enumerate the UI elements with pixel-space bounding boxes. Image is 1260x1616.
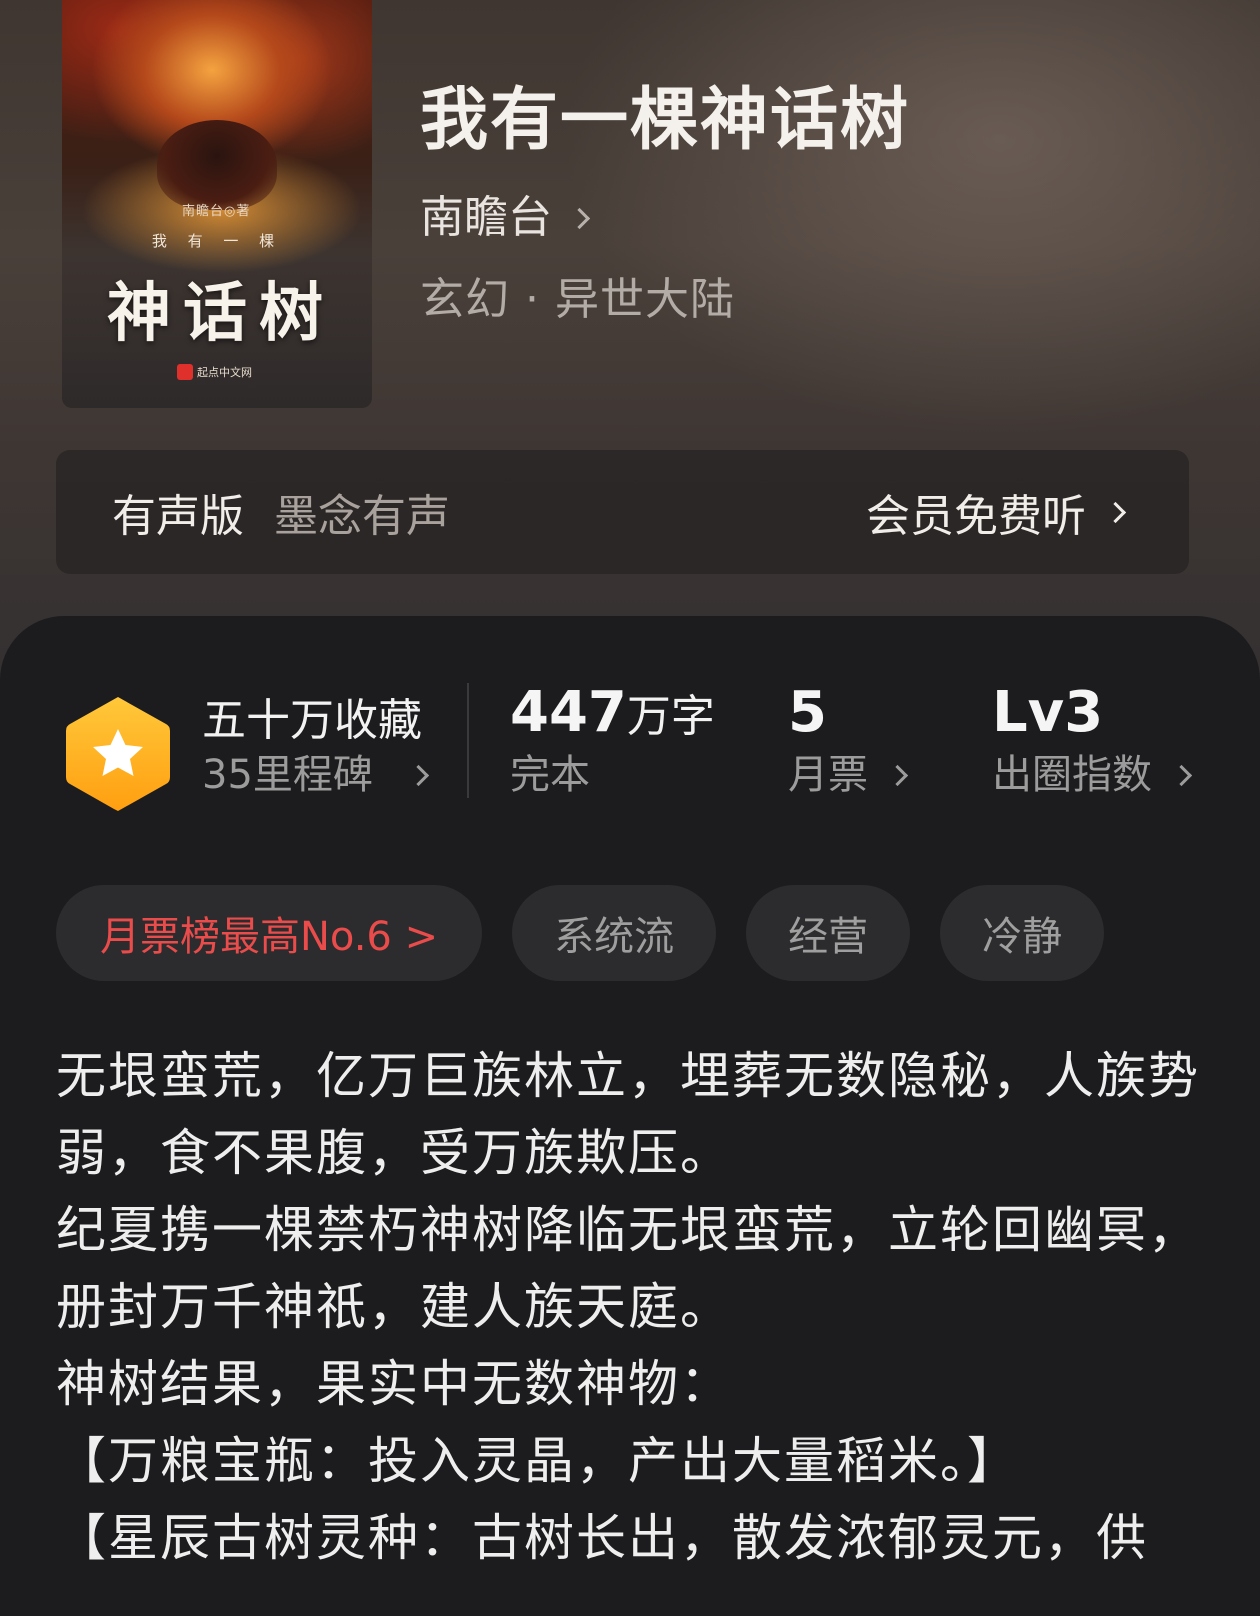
book-cover[interactable]: 南瞻台◎著 我 有 一 棵 神话树 起点中文网	[62, 0, 372, 408]
tag-row: 月票榜最高No.6 > 系统流 经营 冷静	[56, 885, 1105, 981]
word-count-stat: 447万字 完本	[510, 685, 715, 801]
tag-system[interactable]: 系统流	[512, 885, 717, 981]
chevron-right-icon	[1170, 764, 1193, 786]
chevron-right-icon	[568, 207, 591, 229]
chevron-right-icon	[1104, 501, 1127, 523]
chevron-right-icon	[886, 764, 909, 786]
ranking-tag[interactable]: 月票榜最高No.6 >	[56, 885, 483, 981]
book-description[interactable]: 无垠蛮荒，亿万巨族林立，埋葬无数隐秘，人族势弱，食不果腹，受万族欺压。 纪夏携一…	[56, 1038, 1206, 1577]
milestone-link[interactable]: 35里程碑	[202, 749, 430, 801]
audio-source: 墨念有声	[274, 491, 450, 542]
free-listen-label: 会员免费听	[866, 491, 1086, 542]
tag-business[interactable]: 经营	[746, 885, 911, 981]
audio-version-bar[interactable]: 有声版 墨念有声 会员免费听	[56, 450, 1189, 574]
word-count-unit: 万字	[626, 691, 715, 742]
popularity-level-stat[interactable]: Lv3 出圈指数	[992, 685, 1193, 801]
cover-publisher: 起点中文网	[197, 366, 252, 379]
cover-artwork	[157, 120, 277, 210]
word-count-value: 447	[510, 680, 627, 745]
description-paragraph: 【万粮宝瓶：投入灵晶，产出大量稻米。】	[56, 1432, 1019, 1490]
description-paragraph: 纪夏携一棵禁朽神树降临无垠蛮荒，立轮回幽冥，册封万千神祇，建人族天庭。	[56, 1201, 1200, 1336]
audio-label: 有声版	[112, 491, 244, 542]
chevron-right-icon	[407, 764, 430, 786]
author-link[interactable]: 南瞻台	[420, 190, 591, 246]
description-paragraph: 神树结果，果实中无数神物：	[56, 1355, 732, 1413]
collection-stat[interactable]: 五十万收藏 35里程碑	[202, 693, 430, 801]
completion-status: 完本	[510, 752, 590, 798]
monthly-ticket-value: 5	[788, 680, 827, 745]
publisher-logo-icon	[177, 364, 193, 380]
free-listen-button[interactable]: 会员免费听	[866, 480, 1189, 544]
stat-divider	[467, 683, 469, 798]
tag-calm[interactable]: 冷静	[940, 885, 1105, 981]
collection-title: 五十万收藏	[202, 695, 422, 746]
cover-title: 神话树	[107, 276, 335, 351]
star-hexagon-icon	[66, 697, 170, 811]
description-paragraph: 无垠蛮荒，亿万巨族林立，埋葬无数隐秘，人族势弱，食不果腹，受万族欺压。	[56, 1047, 1200, 1182]
cover-publisher-logo: 起点中文网	[177, 364, 252, 380]
level-value: Lv3	[992, 680, 1104, 745]
monthly-ticket-label: 月票	[788, 752, 868, 798]
cover-author-line: 南瞻台◎著	[182, 204, 251, 219]
author-name: 南瞻台	[420, 192, 552, 243]
popularity-index-label: 出圈指数	[992, 752, 1152, 798]
book-title: 我有一棵神话树	[420, 81, 911, 160]
monthly-ticket-stat[interactable]: 5 月票	[788, 685, 909, 801]
book-genre: 玄幻 · 异世大陆	[420, 274, 735, 325]
milestone-label: 35里程碑	[202, 752, 373, 798]
cover-subtitle: 我 有 一 棵	[151, 232, 283, 250]
description-paragraph: 【星辰古树灵种：古树长出，散发浓郁灵元，供	[56, 1509, 1148, 1567]
